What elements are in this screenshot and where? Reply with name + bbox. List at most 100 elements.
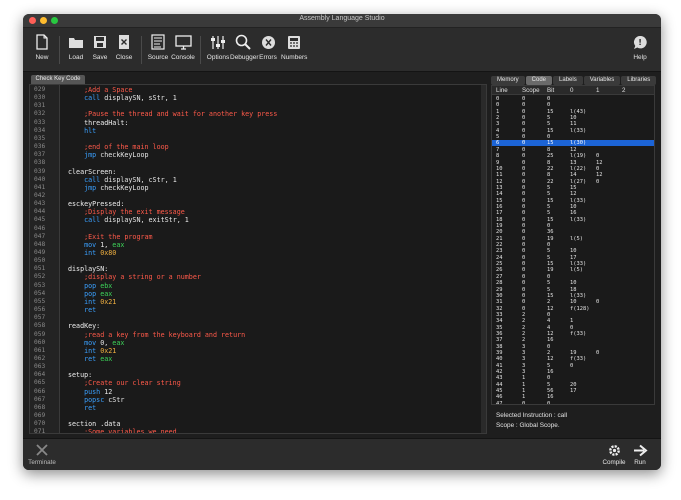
tab-libraries[interactable]: Libraries: [621, 76, 657, 85]
code-line[interactable]: ;Add a Space: [68, 86, 132, 94]
column-header[interactable]: 0: [570, 86, 573, 95]
numbers-button[interactable]: Numbers: [281, 32, 307, 70]
tab-variables[interactable]: Variables: [583, 76, 621, 85]
code-line[interactable]: ret: [68, 306, 96, 314]
table-row[interactable]: 2 0 5 10: [492, 115, 654, 121]
editor-tab[interactable]: Check Key Code: [31, 75, 85, 84]
code-line[interactable]: call displaySN, exitStr, 1: [68, 216, 189, 224]
code-line[interactable]: ;display a string or a number: [68, 273, 201, 281]
load-button[interactable]: Load: [65, 32, 87, 70]
code-editor[interactable]: 029 030 031 032 033 034 035 036 037 038 039 040 041 0…: [29, 84, 487, 434]
run-button[interactable]: Run: [629, 442, 651, 466]
table-row[interactable]: 11 0 8 14 12: [492, 172, 654, 178]
code-line[interactable]: ;end of the main loop: [68, 143, 169, 151]
code-line[interactable]: mov 0, eax: [68, 339, 124, 347]
table-row[interactable]: 10 0 22 l(22) 0: [492, 166, 654, 172]
code-line[interactable]: readKey:: [68, 322, 100, 330]
table-row[interactable]: 13 0 5 15: [492, 185, 654, 191]
table-row[interactable]: 17 0 5 16: [492, 210, 654, 216]
table-row[interactable]: 34 2 4 1: [492, 318, 654, 324]
column-header[interactable]: 2: [622, 86, 625, 95]
table-row[interactable]: 4 0 15 l(33): [492, 128, 654, 134]
code-line[interactable]: ;Some variables we need: [68, 428, 177, 433]
code-line[interactable]: esckeyPressed:: [68, 200, 124, 208]
code-line[interactable]: threadHalt:: [68, 119, 128, 127]
tab-code[interactable]: Code: [525, 76, 553, 85]
terminate-button[interactable]: Terminate: [27, 442, 57, 466]
code-line[interactable]: int 0x21: [68, 347, 116, 355]
table-row[interactable]: 0 0 0: [492, 102, 654, 108]
close-button[interactable]: Close: [113, 32, 135, 70]
code-line[interactable]: setup:: [68, 371, 92, 379]
table-row[interactable]: 9 0 8 13 12: [492, 160, 654, 166]
table-row[interactable]: 12 0 22 l(27) 0: [492, 179, 654, 185]
table-row[interactable]: 23 0 5 10: [492, 248, 654, 254]
options-button[interactable]: Options: [206, 32, 230, 70]
table-row[interactable]: 24 0 5 17: [492, 255, 654, 261]
errors-button[interactable]: Errors: [257, 32, 279, 70]
table-row[interactable]: 28 0 5 10: [492, 280, 654, 286]
table-row[interactable]: 0 0 0: [492, 96, 654, 102]
console-button[interactable]: Console: [171, 32, 195, 70]
table-row[interactable]: 37 2 16: [492, 337, 654, 343]
table-row[interactable]: 43 1 0: [492, 375, 654, 381]
code-line[interactable]: ret: [68, 404, 96, 412]
code-line[interactable]: jmp checkKeyLoop: [68, 184, 148, 192]
column-header[interactable]: 1: [596, 86, 599, 95]
table-row[interactable]: 42 3 16: [492, 369, 654, 375]
table-row[interactable]: 39 3 2 19 0: [492, 350, 654, 356]
code-line[interactable]: displaySN:: [68, 265, 108, 273]
code-line[interactable]: jmp checkKeyLoop: [68, 151, 148, 159]
table-row[interactable]: 19 0 0: [492, 223, 654, 229]
tab-memory[interactable]: Memory: [491, 76, 525, 85]
table-row[interactable]: 38 3 0: [492, 344, 654, 350]
code-line[interactable]: ;read a key from the keyboard and return: [68, 331, 245, 339]
column-header[interactable]: Line: [496, 86, 508, 95]
table-row[interactable]: 14 0 5 12: [492, 191, 654, 197]
table-row[interactable]: 25 0 15 l(33): [492, 261, 654, 267]
table-row[interactable]: 44 1 5 20: [492, 382, 654, 388]
table-row[interactable]: 26 0 19 l(5): [492, 267, 654, 273]
table-row[interactable]: 8 0 25 l(19) 0: [492, 153, 654, 159]
table-row[interactable]: 20 0 36: [492, 229, 654, 235]
code-line[interactable]: int 0x80: [68, 249, 116, 257]
table-row[interactable]: 1 0 15 l(43): [492, 109, 654, 115]
save-button[interactable]: Save: [89, 32, 111, 70]
column-header[interactable]: Bit: [547, 86, 554, 95]
table-row[interactable]: 46 1 16: [492, 394, 654, 400]
table-row[interactable]: 7 0 8 12: [492, 147, 654, 153]
help-button[interactable]: ! Help: [629, 32, 651, 70]
table-row[interactable]: 6 0 15 l(30): [492, 140, 654, 147]
debugger-button[interactable]: Debugger: [230, 32, 259, 70]
code-line[interactable]: ;Display the exit message: [68, 208, 185, 216]
table-row[interactable]: 15 0 15 l(33): [492, 198, 654, 204]
table-row[interactable]: 22 0 0: [492, 242, 654, 248]
table-row[interactable]: 30 0 15 l(33): [492, 293, 654, 299]
code-line[interactable]: popsc cStr: [68, 396, 124, 404]
code-line[interactable]: clearScreen:: [68, 168, 116, 176]
table-row[interactable]: 5 0 0: [492, 134, 654, 140]
table-row[interactable]: 18 0 15 l(33): [492, 217, 654, 223]
compile-button[interactable]: Compile: [601, 442, 627, 466]
column-header[interactable]: Scope: [522, 86, 540, 95]
table-row[interactable]: 31 0 2 10 0: [492, 299, 654, 305]
table-row[interactable]: 40 3 12 f(33): [492, 356, 654, 362]
editor-scrollbar[interactable]: [481, 85, 486, 433]
table-row[interactable]: 27 0 0: [492, 274, 654, 280]
code-line[interactable]: mov 1, eax: [68, 241, 124, 249]
code-line[interactable]: pop eax: [68, 290, 112, 298]
code-line[interactable]: pop ebx: [68, 282, 112, 290]
table-row[interactable]: 33 2 0: [492, 312, 654, 318]
table-row[interactable]: 3 0 5 11: [492, 121, 654, 127]
code-line[interactable]: int 0x21: [68, 298, 116, 306]
source-button[interactable]: Source: [147, 32, 169, 70]
tab-labels[interactable]: Labels: [553, 76, 583, 85]
table-row[interactable]: 41 3 5 0: [492, 363, 654, 369]
code-line[interactable]: ;Exit the program: [68, 233, 152, 241]
code-line[interactable]: ;Pause the thread and wait for another k…: [68, 110, 277, 118]
table-row[interactable]: 47 0 0: [492, 401, 654, 404]
table-row[interactable]: 29 0 5 18: [492, 287, 654, 293]
code-line[interactable]: push 12: [68, 388, 112, 396]
table-row[interactable]: 36 2 12 f(33): [492, 331, 654, 337]
code-line[interactable]: call displaySN, sStr, 1: [68, 94, 177, 102]
